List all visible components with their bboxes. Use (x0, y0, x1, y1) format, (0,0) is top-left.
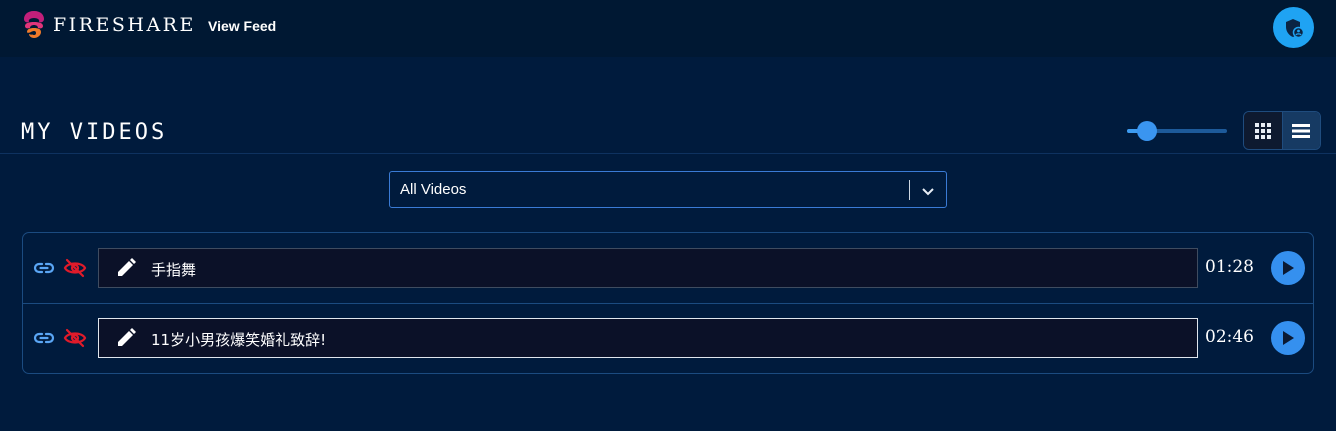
list-icon (1292, 123, 1311, 138)
top-navbar: FIRESHARE View Feed (0, 0, 1336, 57)
video-title: 11岁小男孩爆笑婚礼致辞! (151, 331, 327, 349)
visibility-off-icon[interactable] (63, 258, 87, 278)
chevron-down-icon[interactable] (920, 183, 936, 199)
edit-pencil-icon[interactable] (116, 258, 136, 278)
page-title: MY VIDEOS (21, 120, 168, 145)
video-title-field[interactable]: 手指舞 (98, 248, 1198, 288)
grid-icon (1254, 122, 1271, 139)
play-button[interactable] (1271, 321, 1305, 355)
grid-view-button[interactable] (1244, 112, 1283, 149)
video-filter-value: All Videos (400, 181, 467, 198)
video-duration: 01:28 (1205, 257, 1254, 277)
edit-pencil-icon[interactable] (116, 328, 136, 348)
card-size-slider[interactable] (1127, 121, 1227, 141)
play-icon (1283, 331, 1294, 345)
fireshare-logo[interactable] (21, 10, 47, 44)
shield-person-icon (1285, 18, 1304, 38)
play-button[interactable] (1271, 251, 1305, 285)
video-list-item: 手指舞 01:28 (23, 233, 1313, 304)
video-title: 手指舞 (151, 261, 197, 279)
video-duration: 02:46 (1205, 327, 1254, 347)
view-mode-toggle (1243, 111, 1321, 150)
play-icon (1283, 261, 1294, 275)
video-filter-select[interactable]: All Videos (389, 171, 947, 208)
select-separator (909, 180, 910, 200)
list-view-button[interactable] (1282, 112, 1320, 149)
video-list-item: 11岁小男孩爆笑婚礼致辞! 02:46 (23, 303, 1313, 373)
visibility-off-icon[interactable] (63, 328, 87, 348)
user-avatar-button[interactable] (1273, 7, 1314, 48)
video-title-field[interactable]: 11岁小男孩爆笑婚礼致辞! (98, 318, 1198, 358)
header-divider (0, 153, 1336, 154)
video-list: 手指舞 01:28 11岁小男孩爆笑婚礼致辞! 02:46 (22, 232, 1314, 374)
slider-thumb[interactable] (1137, 121, 1157, 141)
app-brand-name: FIRESHARE (53, 14, 196, 36)
view-feed-link[interactable]: View Feed (208, 18, 276, 34)
copy-link-icon[interactable] (33, 328, 55, 348)
copy-link-icon[interactable] (33, 258, 55, 278)
